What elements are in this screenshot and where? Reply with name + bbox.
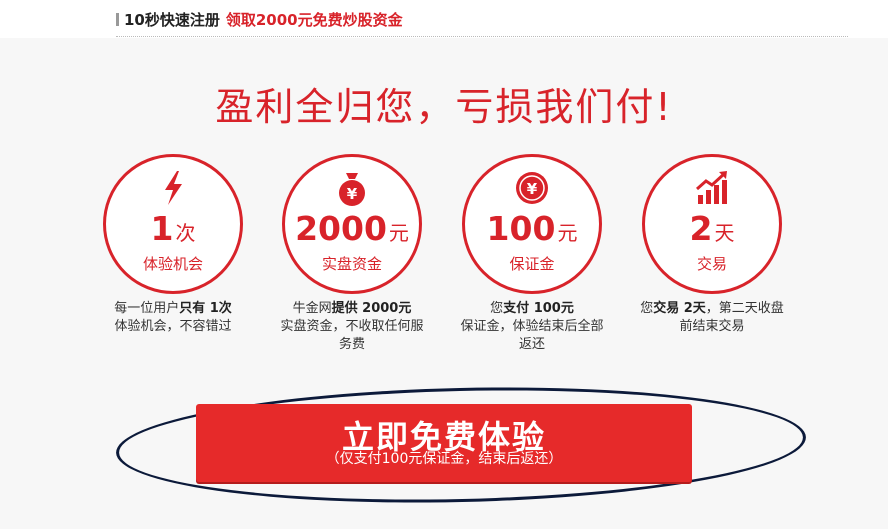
feature-description: 您支付 100元 保证金，体验结束后全部返还 bbox=[460, 301, 604, 352]
feature-value: 2000 元 bbox=[295, 209, 409, 248]
feature-value: 2天 bbox=[689, 209, 735, 248]
svg-text:¥: ¥ bbox=[347, 185, 358, 203]
growth-chart-icon bbox=[696, 171, 727, 204]
bullet-marker bbox=[116, 13, 119, 26]
feature-description: 牛金网提供 2000元 实盘资金，不收取任何服务费 bbox=[280, 301, 424, 352]
feature-description: 每一位用户只有 1次 体验机会，不容错过 bbox=[114, 301, 232, 334]
register-lead: 10秒快速注册 bbox=[124, 11, 220, 29]
dotted-divider bbox=[116, 36, 848, 37]
lightning-icon bbox=[165, 171, 182, 205]
yuan-coin-icon: ¥ bbox=[516, 172, 548, 204]
feature-value: 100 元 bbox=[486, 209, 578, 248]
free-trial-button[interactable]: 立即免费体验 （仅支付100元保证金，结束后返还） bbox=[196, 404, 692, 482]
feature-circle: ¥ 100 元 保证金 bbox=[462, 154, 602, 294]
money-bag-icon: ¥ bbox=[339, 173, 365, 206]
promo-page: 10秒快速注册 领取2000元免费炒股资金 盈利全归您，亏损我们付! 1次 体验机… bbox=[0, 0, 888, 529]
register-highlight[interactable]: 领取2000元免费炒股资金 bbox=[226, 11, 403, 29]
feature-attempts: 1次 体验机会 每一位用户只有 1次 体验机会，不容错过 bbox=[93, 154, 253, 336]
feature-circle: ¥ 2000 元 实盘资金 bbox=[282, 154, 422, 294]
top-banner: 10秒快速注册 领取2000元免费炒股资金 bbox=[0, 0, 888, 38]
feature-label: 实盘资金 bbox=[321, 255, 382, 273]
feature-value: 1次 bbox=[150, 209, 196, 248]
feature-label: 保证金 bbox=[509, 255, 555, 273]
svg-text:¥: ¥ bbox=[527, 180, 538, 198]
feature-description: 您交易 2天，第二天收盘前结束交易 bbox=[640, 301, 784, 334]
feature-trading-days: 2天 交易 您交易 2天，第二天收盘前结束交易 bbox=[632, 154, 792, 336]
feature-capital: ¥ 2000 元 实盘资金 牛金网提供 2000元 实盘资金，不收取任何服务费 bbox=[272, 154, 432, 354]
register-banner[interactable]: 10秒快速注册 领取2000元免费炒股资金 bbox=[116, 9, 403, 31]
feature-circle: 1次 体验机会 bbox=[103, 154, 243, 294]
feature-label: 交易 bbox=[696, 255, 727, 273]
feature-deposit: ¥ 100 元 保证金 您支付 100元 保证金，体验结束后全部返还 bbox=[452, 154, 612, 354]
headline: 盈利全归您，亏损我们付! bbox=[215, 85, 673, 129]
feature-label: 体验机会 bbox=[142, 255, 203, 273]
cta-sub-label: （仅支付100元保证金，结束后返还） bbox=[325, 451, 563, 467]
feature-circle: 2天 交易 bbox=[642, 154, 782, 294]
